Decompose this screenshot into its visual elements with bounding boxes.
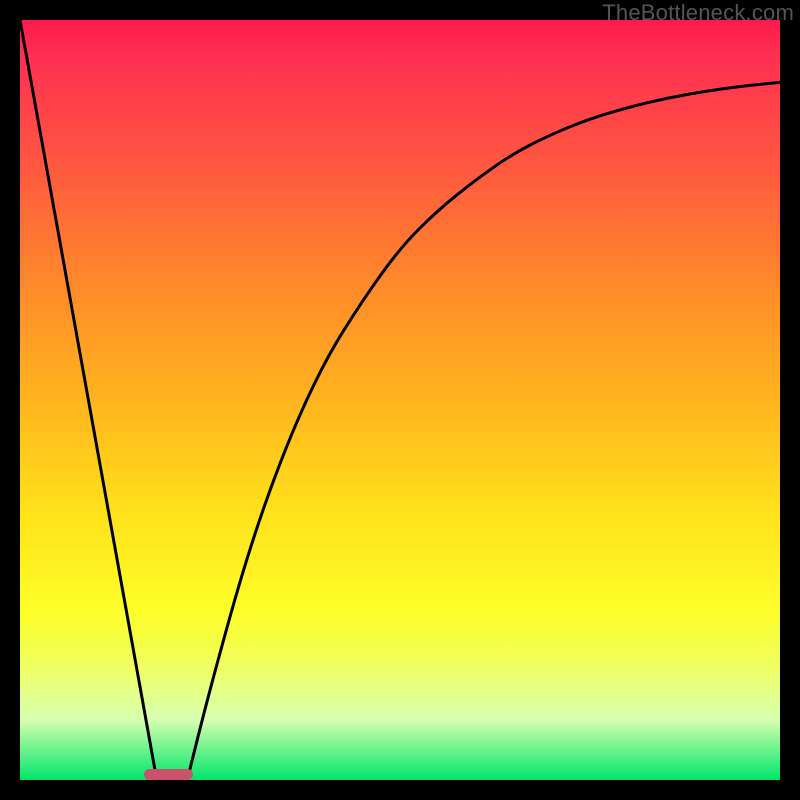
right-rising-curve (187, 82, 780, 780)
bottleneck-marker (144, 769, 193, 780)
chart-lines-layer (20, 20, 780, 780)
left-falling-line (20, 20, 157, 780)
